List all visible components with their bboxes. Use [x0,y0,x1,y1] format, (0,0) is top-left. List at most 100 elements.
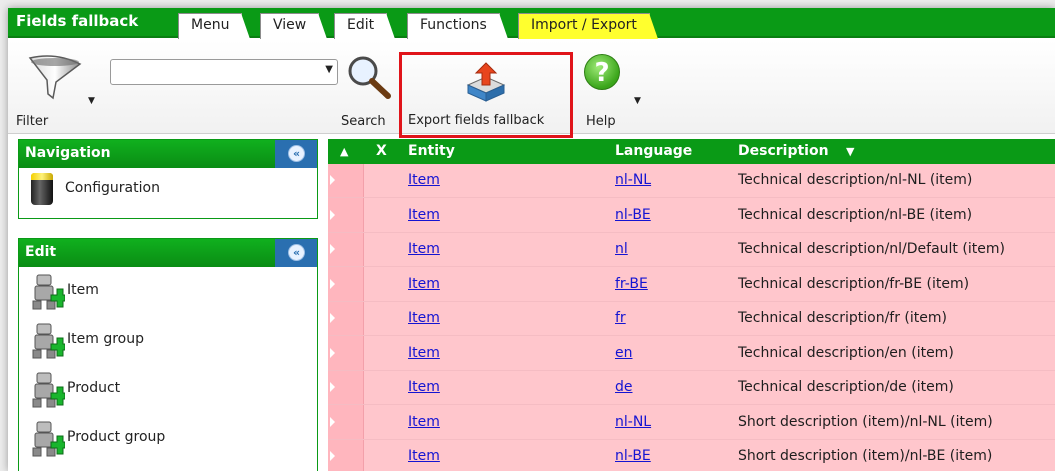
entity-link[interactable]: Item [408,276,440,292]
entity-link[interactable]: Item [408,379,440,395]
tab-menu[interactable]: Menu [178,13,251,39]
navigation-title: Navigation [25,145,111,161]
filter-icon[interactable] [26,54,84,104]
description-cell: Short description (item)/nl-NL (item) [738,413,993,430]
row-marker-icon[interactable] [330,209,335,220]
description-cell: Short description (item)/nl-BE (item) [738,448,993,464]
entity-link[interactable]: Item [408,241,440,257]
collapse-icon: « [288,145,305,162]
entity-link[interactable]: Item [408,310,440,326]
entity-link[interactable]: Item [408,345,440,361]
entity-link[interactable]: Item [408,414,440,430]
table-row[interactable]: Item nl Technical description/nl/Default (… [328,233,1055,267]
entity-link[interactable]: Item [408,172,440,188]
grid-header: ▲ X Entity Language Description ▼ [328,139,1055,164]
table-row[interactable]: Item nl-BE Short description (item)/nl-BE … [328,440,1055,471]
language-link[interactable]: fr [615,310,626,326]
filter-combobox[interactable]: ▼ [110,59,338,85]
filter-label: Filter [16,114,49,129]
table-row[interactable]: Item nl-NL Short description (item)/nl-NL … [328,406,1055,440]
table-row[interactable]: Item fr-BE Technical description/fr-BE (it… [328,268,1055,302]
language-link[interactable]: nl-NL [615,172,651,188]
entity-link[interactable]: Item [408,207,440,223]
export-fields-fallback-button[interactable]: Export fields fallback [399,52,573,138]
edit-item-product-group[interactable]: Product group [19,414,317,463]
chevron-down-icon[interactable]: ▼ [325,64,333,75]
tab-label: View [273,17,307,33]
toolbar: ▼ Filter ▼ Search Export fields fallback… [8,40,1055,138]
robot-add-icon [32,421,65,457]
sort-desc-icon[interactable]: ▼ [846,145,854,158]
search-label: Search [341,114,386,129]
collapse-icon: « [288,244,305,261]
row-marker-icon[interactable] [330,416,335,427]
edit-item-item-group[interactable]: Item group [19,316,317,365]
row-marker-icon[interactable] [330,244,335,254]
edit-title: Edit [25,244,57,260]
edit-header: Edit « [19,239,317,267]
table-row[interactable]: Item nl-NL Technical description/nl-NL (it… [328,164,1055,198]
description-cell: Technical description/nl/Default (item) [738,241,1005,257]
description-cell: Technical description/en (item) [738,344,954,361]
table-row[interactable]: Item de Technical description/de (item) [328,371,1055,405]
tab-bar: Fields fallback Menu View Edit Functions… [8,8,1055,39]
collapse-button[interactable]: « [275,140,317,168]
description-cell: Technical description/nl-NL (item) [738,172,973,188]
help-icon[interactable]: ? [584,54,620,90]
robot-add-icon [32,274,65,310]
row-marker-icon[interactable] [330,347,335,358]
edit-item-label: Item group [67,331,144,347]
help-dropdown-caret[interactable]: ▼ [634,96,641,106]
tab-edit[interactable]: Edit [334,13,396,39]
help-label: Help [586,114,616,129]
column-entity[interactable]: Entity [408,143,455,159]
row-marker-icon[interactable] [330,278,335,289]
language-link[interactable]: en [615,345,633,361]
row-marker-icon[interactable] [330,451,335,461]
tab-view[interactable]: View [260,13,328,39]
language-link[interactable]: fr-BE [615,276,648,292]
navigation-header: Navigation « [19,140,317,168]
column-description[interactable]: Description [738,143,829,159]
language-link[interactable]: nl-BE [615,448,651,464]
sort-icon[interactable]: ▲ [340,145,348,158]
fields-fallback-grid: ▲ X Entity Language Description ▼ Item nl… [328,139,1055,471]
language-link[interactable]: nl-BE [615,207,651,223]
language-link[interactable]: de [615,379,633,395]
navigation-panel: Navigation « Configuration [18,139,318,219]
tab-label: Functions [420,17,487,33]
app-title: Fields fallback [16,12,139,30]
table-row[interactable]: Item nl-BE Technical description/nl-BE (it… [328,199,1055,233]
nav-item-configuration[interactable]: Configuration [19,168,317,208]
edit-item-product[interactable]: Product [19,365,317,414]
robot-add-icon [32,372,65,408]
tab-label: Edit [347,17,375,33]
row-marker-icon[interactable] [330,382,335,392]
row-marker-icon[interactable] [330,175,335,185]
edit-item-item[interactable]: Item [19,267,317,316]
row-marker-icon[interactable] [330,313,335,323]
collapse-button[interactable]: « [275,239,317,267]
column-language[interactable]: Language [615,143,692,159]
help-glyph: ? [594,58,610,88]
app-window: Fields fallback Menu View Edit Functions… [8,8,1055,471]
tab-import-export[interactable]: Import / Export [518,13,658,39]
search-icon[interactable] [346,54,392,104]
filter-dropdown-caret[interactable]: ▼ [88,96,95,106]
table-row[interactable]: Item en Technical description/en (item) [328,337,1055,371]
language-link[interactable]: nl-NL [615,414,651,430]
export-label: Export fields fallback [408,113,545,128]
description-cell: Technical description/nl-BE (item) [738,206,973,223]
nav-item-label: Configuration [65,180,160,196]
entity-link[interactable]: Item [408,448,440,464]
language-link[interactable]: nl [615,241,628,257]
tab-functions[interactable]: Functions [407,13,508,39]
tab-label: Menu [191,17,230,33]
edit-item-label: Product group [67,429,166,445]
filter-input[interactable] [115,61,315,83]
description-cell: Technical description/de (item) [738,379,954,395]
table-row[interactable]: Item fr Technical description/fr (item) [328,302,1055,336]
column-x[interactable]: X [376,143,387,159]
tab-label: Import / Export [531,17,637,33]
description-cell: Technical description/fr-BE (item) [738,275,970,292]
